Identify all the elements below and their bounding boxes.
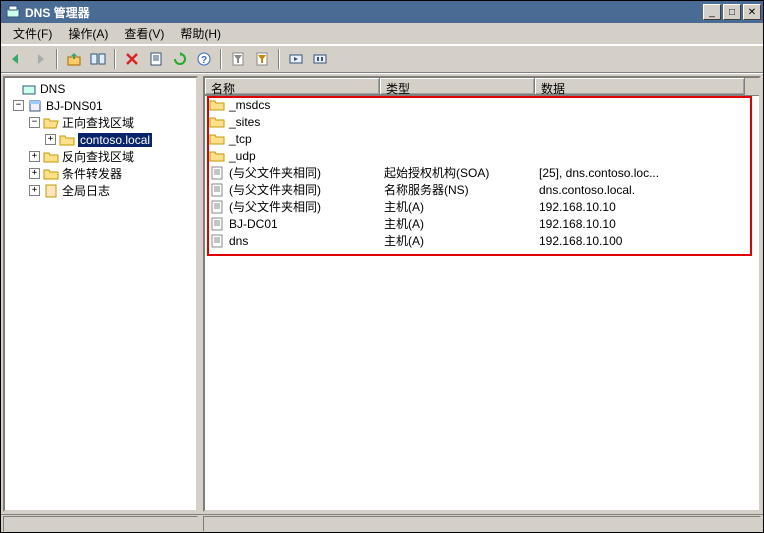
cell-type: 名称服务器(NS) xyxy=(384,181,539,198)
status-panel-right xyxy=(203,516,761,532)
toolbar-separator xyxy=(220,49,222,69)
cell-name: _msdcs xyxy=(229,98,270,112)
tree-zone-contoso[interactable]: + contoso.local xyxy=(5,131,196,148)
menu-file[interactable]: 文件(F) xyxy=(5,23,60,44)
tree-global-log[interactable]: + 全局日志 xyxy=(5,182,196,199)
column-data[interactable]: 数据 xyxy=(535,78,745,95)
tree-reverse-zones[interactable]: + 反向查找区域 xyxy=(5,148,196,165)
list-record-row[interactable]: (与父文件夹相同) 起始授权机构(SOA)[25], dns.contoso.lo… xyxy=(205,164,759,181)
list-record-row[interactable]: (与父文件夹相同) 名称服务器(NS)dns.contoso.local. xyxy=(205,181,759,198)
reload-button[interactable] xyxy=(169,48,191,70)
toolbar-separator xyxy=(114,49,116,69)
cell-data: 192.168.10.10 xyxy=(539,217,749,231)
maximize-button[interactable]: □ xyxy=(723,4,741,20)
show-hide-button[interactable] xyxy=(87,48,109,70)
filter-button[interactable] xyxy=(227,48,249,70)
help-button[interactable]: ? xyxy=(193,48,215,70)
app-icon xyxy=(5,4,21,20)
cell-type: 主机(A) xyxy=(384,198,539,215)
expander-icon[interactable]: + xyxy=(29,151,40,162)
cell-data: dns.contoso.local. xyxy=(539,183,749,197)
toolbar: ? xyxy=(1,45,763,73)
statusbar xyxy=(1,514,763,532)
list-body[interactable]: _msdcs_sites_tcp_udp(与父文件夹相同)起始授权机构(SOA)… xyxy=(205,96,759,510)
back-button[interactable] xyxy=(5,48,27,70)
tree-server[interactable]: − BJ-DNS01 xyxy=(5,97,196,114)
cell-name: (与父文件夹相同) xyxy=(229,164,321,181)
folder-icon xyxy=(43,166,59,182)
delete-button[interactable] xyxy=(121,48,143,70)
content-area: DNS − BJ-DNS01 − 正向查找区域 + contoso.local … xyxy=(1,73,763,514)
tree-forward-zones[interactable]: − 正向查找区域 xyxy=(5,114,196,131)
svg-text:?: ? xyxy=(201,55,207,66)
expander-icon[interactable]: − xyxy=(29,117,40,128)
log-icon xyxy=(43,183,59,199)
status-panel-left xyxy=(3,516,198,532)
column-type[interactable]: 类型 xyxy=(380,78,535,95)
refresh-button[interactable] xyxy=(145,48,167,70)
dns-manager-window: DNS 管理器 _ □ ✕ 文件(F) 操作(A) 查看(V) 帮助(H) ? xyxy=(0,0,764,533)
record-icon xyxy=(209,182,225,198)
cell-name: (与父文件夹相同) xyxy=(229,198,321,215)
folder-open-icon xyxy=(43,115,59,131)
cell-data: [25], dns.contoso.loc... xyxy=(539,166,749,180)
list-record-row[interactable]: dns 主机(A)192.168.10.100 xyxy=(205,232,759,249)
cell-data: 192.168.10.10 xyxy=(539,200,749,214)
list-folder-row[interactable]: _udp xyxy=(205,147,759,164)
expander-icon[interactable]: + xyxy=(29,185,40,196)
tree-pane[interactable]: DNS − BJ-DNS01 − 正向查找区域 + contoso.local … xyxy=(3,76,198,512)
tree-root-dns[interactable]: DNS xyxy=(5,80,196,97)
cell-name: dns xyxy=(229,234,248,248)
toolbar-separator xyxy=(278,49,280,69)
expander-icon[interactable]: + xyxy=(29,168,40,179)
folder-icon xyxy=(209,131,225,147)
server-icon xyxy=(27,98,43,114)
window-title: DNS 管理器 xyxy=(25,4,703,21)
menu-view[interactable]: 查看(V) xyxy=(116,23,172,44)
record-icon xyxy=(209,233,225,249)
up-button[interactable] xyxy=(63,48,85,70)
cell-type: 起始授权机构(SOA) xyxy=(384,164,539,181)
list-record-row[interactable]: (与父文件夹相同) 主机(A)192.168.10.10 xyxy=(205,198,759,215)
cell-name: _tcp xyxy=(229,132,252,146)
list-record-row[interactable]: BJ-DC01 主机(A)192.168.10.10 xyxy=(205,215,759,232)
window-controls: _ □ ✕ xyxy=(703,4,761,20)
expander-icon[interactable]: − xyxy=(13,100,24,111)
list-folder-row[interactable]: _tcp xyxy=(205,130,759,147)
list-folder-row[interactable]: _msdcs xyxy=(205,96,759,113)
close-button[interactable]: ✕ xyxy=(743,4,761,20)
folder-icon xyxy=(209,148,225,164)
forward-button[interactable] xyxy=(29,48,51,70)
expander-icon[interactable]: + xyxy=(45,134,56,145)
record-icon xyxy=(209,165,225,181)
cell-type: 主机(A) xyxy=(384,215,539,232)
folder-icon xyxy=(209,97,225,113)
titlebar[interactable]: DNS 管理器 _ □ ✕ xyxy=(1,1,763,23)
cell-name: BJ-DC01 xyxy=(229,217,278,231)
cell-name: _sites xyxy=(229,115,260,129)
tree-conditional-forwarders[interactable]: + 条件转发器 xyxy=(5,165,196,182)
column-name[interactable]: 名称 xyxy=(205,78,380,95)
record-icon xyxy=(209,216,225,232)
cell-name: _udp xyxy=(229,149,256,163)
menubar: 文件(F) 操作(A) 查看(V) 帮助(H) xyxy=(1,23,763,45)
minimize-button[interactable]: _ xyxy=(703,4,721,20)
filter2-button[interactable] xyxy=(251,48,273,70)
list-header: 名称 类型 数据 xyxy=(205,78,759,96)
menu-action[interactable]: 操作(A) xyxy=(60,23,116,44)
record-icon xyxy=(209,199,225,215)
toolbar-separator xyxy=(56,49,58,69)
start-button[interactable] xyxy=(285,48,307,70)
pause-button[interactable] xyxy=(309,48,331,70)
zone-icon xyxy=(59,132,75,148)
folder-icon xyxy=(209,114,225,130)
cell-type: 主机(A) xyxy=(384,232,539,249)
dns-icon xyxy=(21,81,37,97)
list-pane: 名称 类型 数据 _msdcs_sites_tcp_udp(与父文件夹相同)起始… xyxy=(203,76,761,512)
cell-data: 192.168.10.100 xyxy=(539,234,749,248)
cell-name: (与父文件夹相同) xyxy=(229,181,321,198)
list-folder-row[interactable]: _sites xyxy=(205,113,759,130)
menu-help[interactable]: 帮助(H) xyxy=(172,23,229,44)
folder-icon xyxy=(43,149,59,165)
